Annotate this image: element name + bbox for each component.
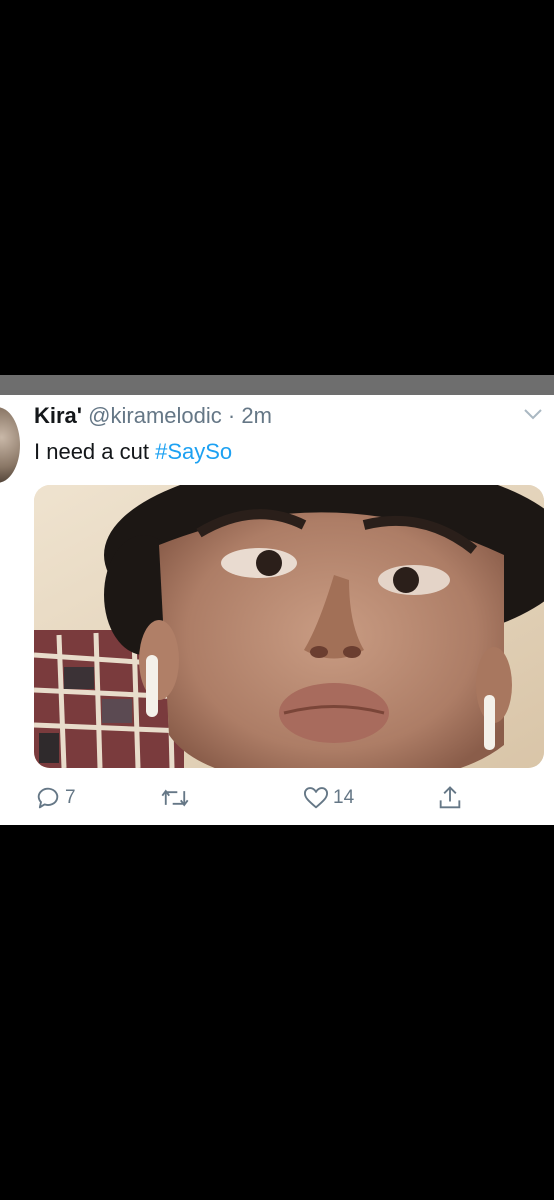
tweet-card[interactable]: Kira' @kiramelodic · 2m I need a cut #Sa… (0, 395, 554, 825)
top-divider-bar (0, 375, 554, 395)
like-count: 14 (333, 787, 355, 808)
share-button[interactable] (436, 780, 467, 816)
tweet-header: Kira' @kiramelodic · 2m (34, 401, 272, 431)
tweet-body: I need a cut (34, 439, 156, 464)
display-name[interactable]: Kira' (34, 403, 82, 428)
retweet-icon (160, 784, 190, 812)
reply-icon (34, 784, 62, 812)
chevron-down-icon[interactable] (520, 405, 546, 423)
reply-count: 7 (65, 787, 76, 808)
heart-icon (302, 784, 330, 812)
avatar[interactable] (0, 407, 20, 483)
tweet-actions: 7 14 (0, 780, 554, 816)
retweet-button[interactable] (160, 780, 193, 816)
share-icon (436, 784, 464, 812)
username-handle[interactable]: @kiramelodic (88, 403, 222, 428)
tweet-photo[interactable] (34, 485, 544, 768)
tweet-text: I need a cut #SaySo (34, 437, 232, 467)
tweet-timestamp[interactable]: 2m (241, 403, 272, 428)
header-separator: · (227, 403, 236, 428)
like-button[interactable]: 14 (302, 780, 354, 816)
reply-button[interactable]: 7 (34, 780, 76, 816)
hashtag-link[interactable]: #SaySo (155, 439, 232, 464)
